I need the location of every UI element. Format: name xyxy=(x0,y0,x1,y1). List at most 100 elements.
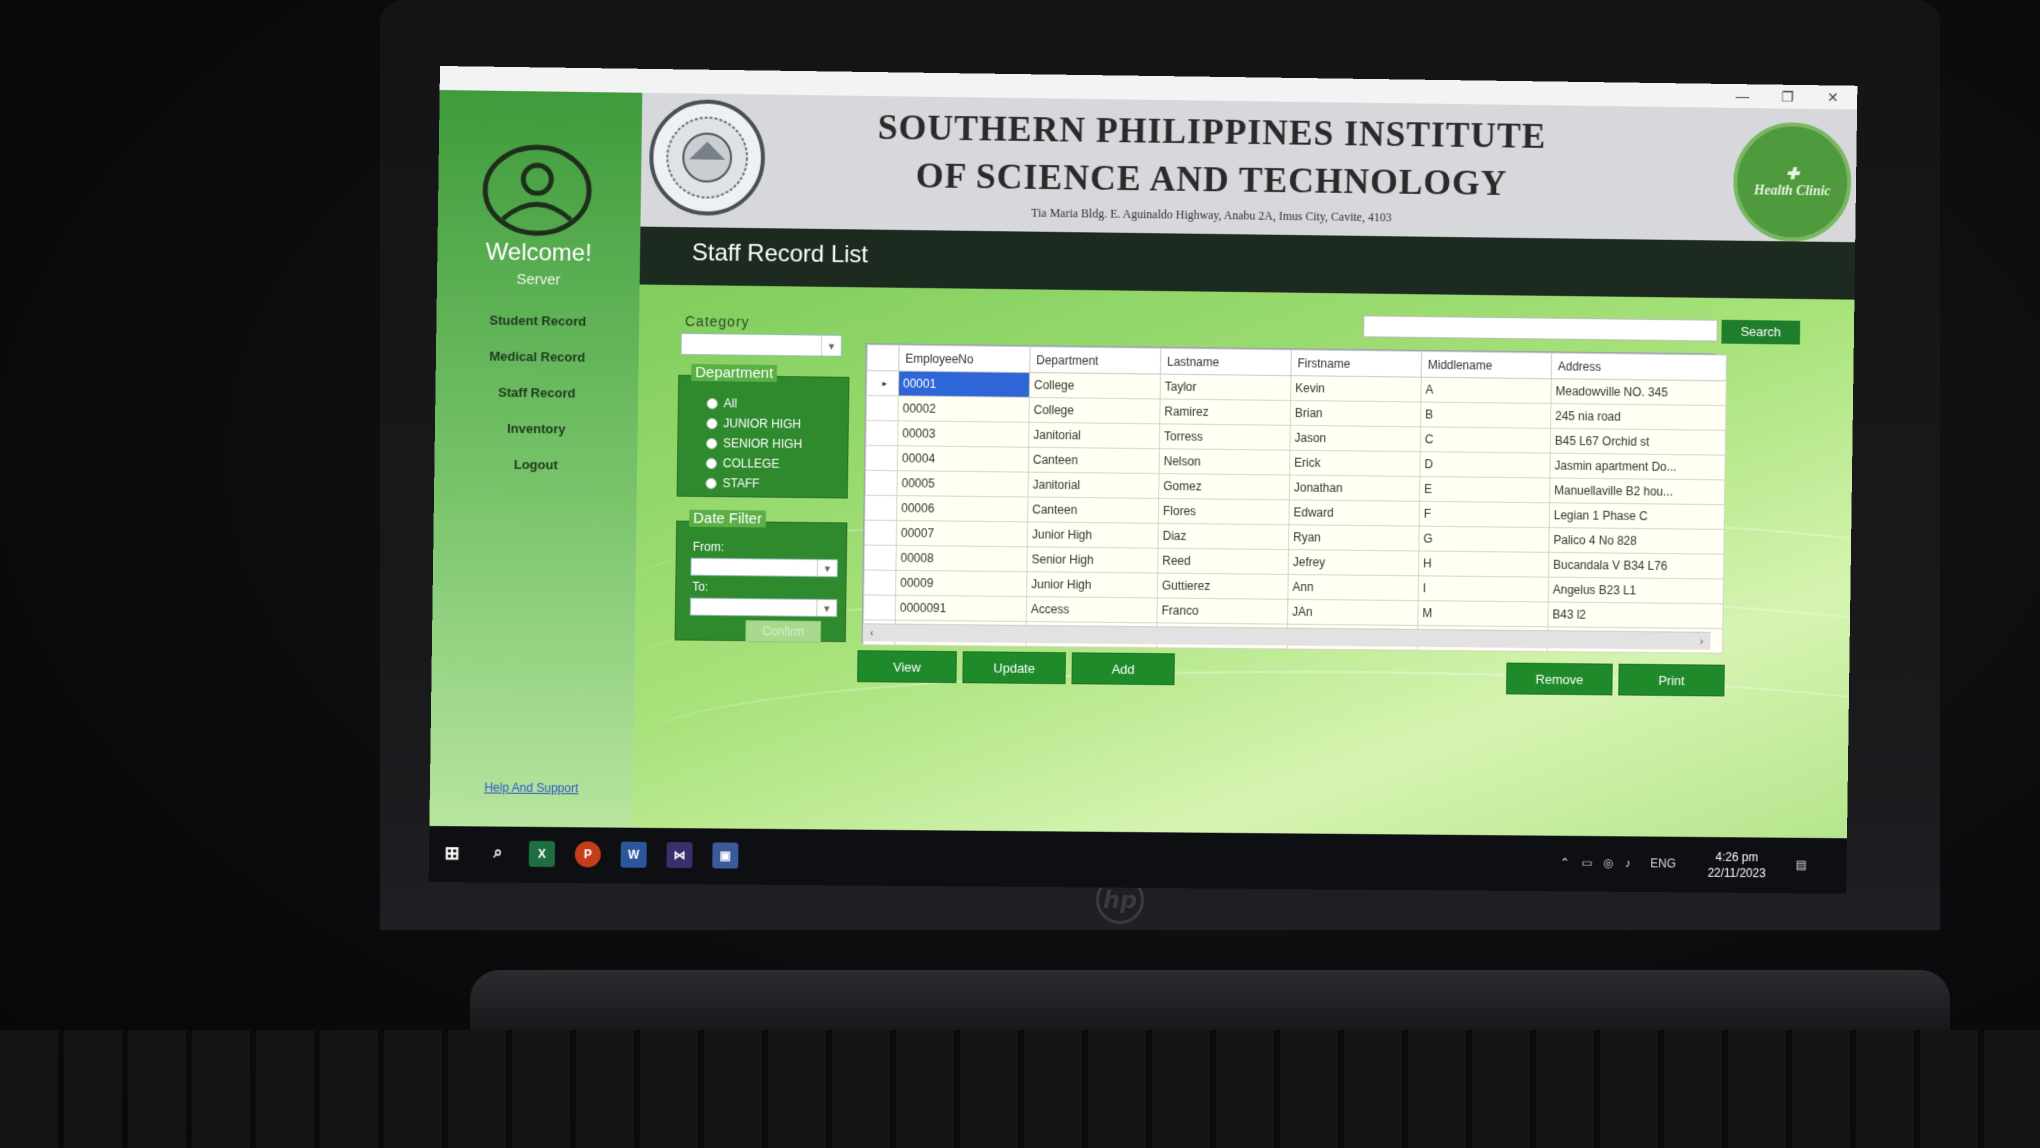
close-button[interactable]: ✕ xyxy=(1810,85,1855,109)
table-cell[interactable]: College xyxy=(1029,372,1161,399)
table-cell[interactable]: Edward xyxy=(1288,499,1420,527)
restore-button[interactable]: ❐ xyxy=(1765,85,1810,109)
table-cell[interactable]: Nelson xyxy=(1159,448,1290,476)
search-icon[interactable]: ⌕ xyxy=(485,840,511,866)
table-cell[interactable]: College xyxy=(1029,397,1161,424)
table-cell[interactable]: C xyxy=(1420,426,1551,454)
sidebar-item-staff-record[interactable]: Staff Record xyxy=(435,384,638,401)
table-cell[interactable]: Jefrey xyxy=(1288,549,1419,576)
help-support-link[interactable]: Help And Support xyxy=(430,780,633,796)
table-cell[interactable]: 00002 xyxy=(898,395,1030,423)
table-cell[interactable]: Meadowville NO. 345 xyxy=(1550,378,1727,406)
language-indicator[interactable]: ENG xyxy=(1650,856,1676,870)
table-cell[interactable]: Manuellaville B2 hou... xyxy=(1549,477,1725,505)
table-cell[interactable]: B43 l2 xyxy=(1547,601,1724,629)
table-cell[interactable]: Canteen xyxy=(1028,447,1160,474)
radio-department-staff[interactable]: STAFF xyxy=(705,476,760,491)
row-header[interactable] xyxy=(865,420,899,446)
table-cell[interactable]: Flores xyxy=(1158,498,1290,525)
table-cell[interactable]: 00004 xyxy=(897,445,1029,473)
table-cell[interactable]: G xyxy=(1418,526,1550,553)
table-cell[interactable]: Kevin xyxy=(1290,375,1422,403)
radio-department-college[interactable]: COLLEGE xyxy=(705,456,779,471)
table-cell[interactable]: Janitorial xyxy=(1028,422,1160,449)
table-cell[interactable]: Jasmin apartment Do... xyxy=(1549,453,1726,480)
update-button[interactable]: Update xyxy=(962,651,1066,685)
row-header[interactable] xyxy=(864,520,897,546)
search-button[interactable]: Search xyxy=(1721,319,1801,345)
table-cell[interactable]: 00007 xyxy=(896,520,1028,547)
row-header[interactable] xyxy=(864,545,897,571)
confirm-button[interactable]: Confirm xyxy=(745,620,822,643)
sidebar-item-student-record[interactable]: Student Record xyxy=(436,312,639,329)
row-header[interactable] xyxy=(864,495,897,521)
category-dropdown[interactable]: ▾ xyxy=(680,332,843,357)
table-cell[interactable]: M xyxy=(1417,600,1549,627)
row-header[interactable] xyxy=(866,395,899,421)
scroll-left-icon[interactable]: ‹ xyxy=(863,624,881,642)
radio-department-junior-high[interactable]: JUNIOR HIGH xyxy=(706,416,801,431)
tray-overflow-icon[interactable]: ⌃ xyxy=(1560,856,1570,870)
table-cell[interactable]: 00003 xyxy=(897,420,1029,448)
table-cell[interactable]: 00006 xyxy=(896,495,1028,522)
sidebar-item-inventory[interactable]: Inventory xyxy=(435,420,638,437)
table-cell[interactable]: Ann xyxy=(1287,574,1419,601)
row-header[interactable]: ▸ xyxy=(866,370,899,396)
table-cell[interactable]: Janitorial xyxy=(1027,472,1160,499)
sidebar-item-medical-record[interactable]: Medical Record xyxy=(436,348,639,365)
table-cell[interactable]: Angelus B23 L1 xyxy=(1548,577,1724,604)
table-cell[interactable]: Torress xyxy=(1159,423,1291,451)
table-cell[interactable]: Reed xyxy=(1157,548,1289,575)
remove-button[interactable]: Remove xyxy=(1506,662,1613,696)
table-cell[interactable]: Access xyxy=(1026,596,1158,623)
table-cell[interactable]: 00008 xyxy=(895,545,1028,572)
table-cell[interactable]: Legian 1 Phase C xyxy=(1549,502,1725,530)
column-header[interactable]: Lastname xyxy=(1160,348,1292,376)
table-cell[interactable]: 245 nia road xyxy=(1550,403,1726,431)
column-header[interactable]: EmployeeNo xyxy=(898,345,1031,373)
table-cell[interactable]: Palico 4 No 828 xyxy=(1548,527,1725,555)
visual-studio-icon[interactable]: ⋈ xyxy=(666,842,693,869)
battery-icon[interactable]: ▭ xyxy=(1581,856,1592,870)
view-button[interactable]: View xyxy=(857,650,957,684)
from-date-picker[interactable]: ▾ xyxy=(690,557,838,578)
table-cell[interactable]: Gomez xyxy=(1158,473,1290,500)
table-cell[interactable]: D xyxy=(1419,451,1551,478)
table-cell[interactable]: Ryan xyxy=(1288,524,1420,551)
table-cell[interactable]: Diaz xyxy=(1158,523,1289,550)
row-header[interactable] xyxy=(863,569,896,596)
staff-data-grid[interactable]: EmployeeNo Department Lastname Firstname… xyxy=(861,343,1727,654)
excel-icon[interactable]: X xyxy=(528,840,556,868)
table-cell[interactable]: 00001 xyxy=(898,370,1030,398)
table-cell[interactable]: Guttierez xyxy=(1157,573,1289,600)
table-cell[interactable]: Taylor xyxy=(1160,374,1291,401)
table-cell[interactable]: E xyxy=(1419,476,1550,503)
table-cell[interactable]: Franco xyxy=(1156,597,1288,625)
windows-start-icon[interactable]: ⊞ xyxy=(439,840,465,866)
row-header[interactable] xyxy=(865,445,898,471)
table-cell[interactable]: Erick xyxy=(1289,450,1421,477)
column-header[interactable]: Address xyxy=(1551,352,1727,381)
to-date-picker[interactable]: ▾ xyxy=(689,597,838,618)
table-cell[interactable]: Jonathan xyxy=(1289,475,1420,502)
table-cell[interactable]: A xyxy=(1420,377,1552,404)
table-cell[interactable]: B xyxy=(1420,402,1551,429)
powerpoint-icon[interactable]: P xyxy=(574,841,601,868)
radio-department-all[interactable]: All xyxy=(706,396,737,410)
table-cell[interactable]: Jason xyxy=(1289,425,1421,452)
table-cell[interactable]: I xyxy=(1418,575,1549,602)
table-cell[interactable]: JAn xyxy=(1287,599,1419,626)
table-cell[interactable]: B45 L67 Orchid st xyxy=(1550,428,1726,456)
app-window-icon[interactable]: ▣ xyxy=(712,842,739,869)
table-cell[interactable]: 00009 xyxy=(895,570,1027,597)
add-button[interactable]: Add xyxy=(1071,652,1175,686)
table-cell[interactable]: H xyxy=(1418,550,1549,578)
table-cell[interactable]: Junior High xyxy=(1026,571,1158,598)
table-cell[interactable]: Canteen xyxy=(1027,497,1159,524)
table-cell[interactable]: Brian xyxy=(1290,400,1421,427)
clock[interactable]: 4:26 pm 22/11/2023 xyxy=(1702,849,1771,881)
table-cell[interactable]: 0000091 xyxy=(895,595,1027,622)
table-cell[interactable]: F xyxy=(1419,501,1550,528)
notification-icon[interactable]: ▤ xyxy=(1796,858,1807,872)
scroll-right-icon[interactable]: › xyxy=(1693,633,1711,651)
